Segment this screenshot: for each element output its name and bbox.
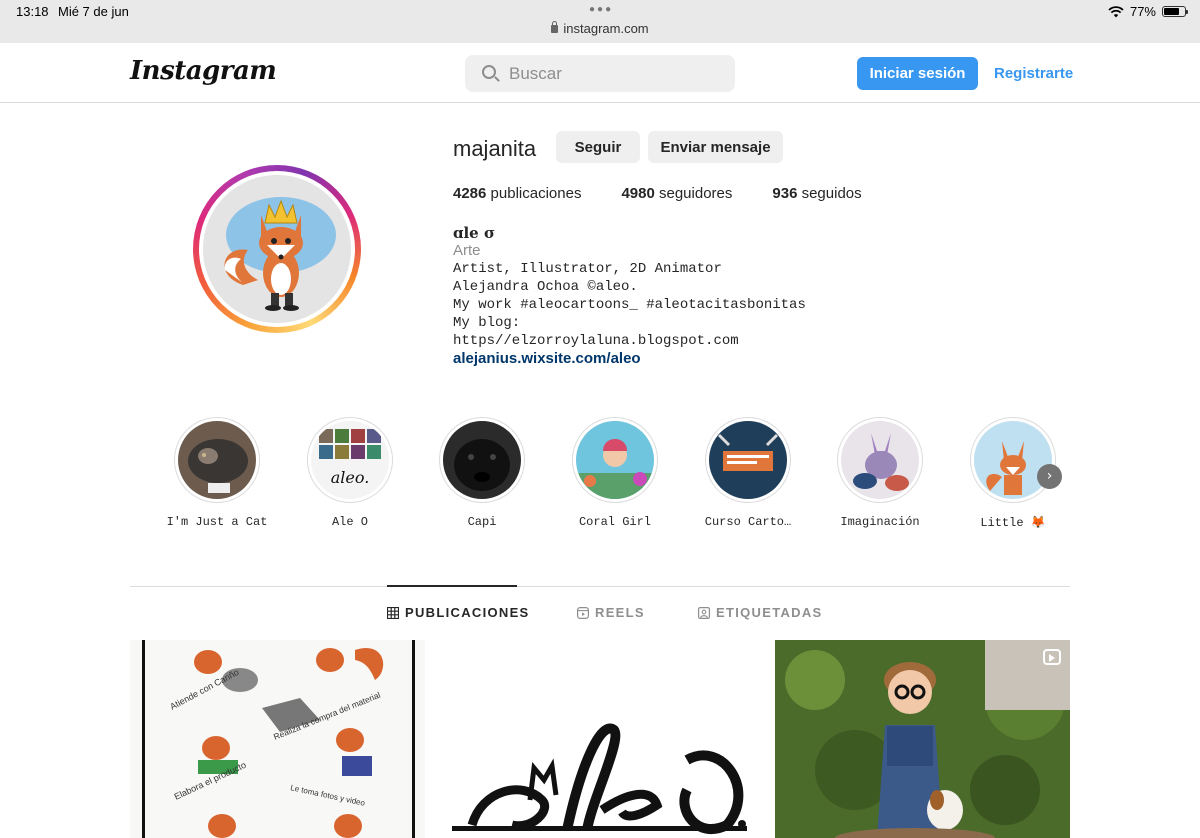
aleo-signature-logo (452, 640, 747, 838)
highlight-label: Imaginación (840, 515, 920, 529)
address-bar[interactable]: instagram.com (0, 21, 1200, 36)
post-thumbnail[interactable] (775, 640, 1070, 838)
clay-figure-photo (775, 640, 1070, 838)
bio-category: Arte (453, 242, 481, 259)
url-text: instagram.com (563, 21, 649, 36)
wifi-icon (1108, 5, 1124, 17)
posts-stat: 4286 publicaciones (453, 185, 582, 202)
highlight-item[interactable]: Imaginación (820, 417, 940, 529)
status-time: 13:18 (16, 4, 49, 19)
status-bar: 13:18 Mié 7 de jun ●●● instagram.com 77% (0, 0, 1200, 43)
highlight-item[interactable]: I'm Just a Cat (157, 417, 277, 529)
search-box[interactable] (465, 55, 735, 92)
search-icon (482, 65, 496, 79)
reel-indicator-icon (1043, 649, 1061, 665)
tabs-divider (130, 586, 1070, 587)
bio-display-name: ɑle σ (453, 224, 496, 242)
search-input[interactable] (509, 55, 729, 92)
highlight-label: Curso Carto… (704, 515, 792, 529)
coral-girl-thumbnail (576, 421, 654, 499)
highlight-item[interactable]: Capi (422, 417, 542, 529)
course-thumbnail (709, 421, 787, 499)
profile-bio: ɑle σ Arte Artist, Illustrator, 2D Anima… (453, 224, 873, 368)
bio-line: Artist, Illustrator, 2D Animator (453, 261, 722, 277)
tab-reels[interactable]: REELS (577, 605, 645, 620)
status-date: Mié 7 de jun (58, 4, 129, 19)
bio-line: My work #aleocartoons_ #aleotacitasbonit… (453, 297, 806, 313)
bio-line: My blog: (453, 315, 521, 331)
profile-stats: 4286 publicaciones 4980 seguidores 936 s… (453, 185, 902, 202)
reels-icon (577, 606, 589, 619)
highlight-label: I'm Just a Cat (166, 515, 268, 529)
followers-stat[interactable]: 4980 seguidores (621, 185, 732, 202)
imagination-thumbnail (841, 421, 919, 499)
active-tab-indicator (387, 585, 517, 587)
battery-percent: 77% (1129, 4, 1156, 19)
tab-label: REELS (595, 605, 645, 620)
profile-avatar-ring[interactable] (193, 165, 361, 333)
follow-button[interactable]: Seguir (556, 131, 640, 163)
login-button[interactable]: Iniciar sesión (857, 57, 978, 90)
highlight-label: Coral Girl (578, 515, 651, 529)
signup-link[interactable]: Registrarte (994, 65, 1073, 82)
tab-publicaciones[interactable]: PUBLICACIONES (387, 605, 530, 620)
profile-avatar (203, 175, 351, 323)
grid-icon (387, 606, 399, 619)
highlights-next-chevron-icon[interactable]: › (1037, 464, 1062, 489)
ale-o-thumbnail: aleo. (311, 421, 389, 499)
bio-website-link[interactable]: alejanius.wixsite.com/aleo (453, 350, 873, 368)
browser-menu-dots-icon[interactable]: ●●● (589, 4, 613, 15)
post-thumbnail[interactable]: Atiende con Cariño Realiza la compra del… (130, 640, 425, 838)
bio-line: https//elzorroylaluna.blogspot.com (453, 333, 739, 349)
bio-line: Alejandra Ochoa ©aleo. (453, 279, 638, 295)
svg-text:aleo.: aleo. (331, 468, 370, 487)
tab-label: PUBLICACIONES (405, 605, 530, 620)
highlight-item[interactable]: Coral Girl (555, 417, 675, 529)
highlight-item[interactable]: aleo. Ale O (290, 417, 410, 529)
instagram-logo[interactable]: Instagram (130, 56, 277, 86)
fox-avatar-illustration (203, 175, 351, 323)
profile-username: majanita (453, 136, 537, 161)
tab-etiquetadas[interactable]: ETIQUETADAS (698, 605, 823, 620)
highlight-label: Ale O (331, 515, 368, 529)
highlight-label: Little 🦊 (980, 516, 1046, 530)
send-message-button[interactable]: Enviar mensaje (648, 131, 783, 163)
top-nav: Instagram Iniciar sesión Registrarte (0, 43, 1200, 103)
cat-thumbnail (178, 421, 256, 499)
tagged-icon (698, 606, 710, 619)
post-thumbnail[interactable] (452, 640, 747, 838)
following-stat[interactable]: 936 seguidos (772, 185, 861, 202)
dog-thumbnail (443, 421, 521, 499)
tab-label: ETIQUETADAS (716, 605, 823, 620)
status-indicators: 77% (1108, 4, 1188, 19)
highlight-item[interactable]: Curso Carto… (688, 417, 808, 529)
highlight-label: Capi (467, 515, 497, 529)
battery-icon (1162, 6, 1188, 17)
fox-process-illustration: Atiende con Cariño Realiza la compra del… (130, 640, 425, 838)
little-fox-thumbnail (974, 421, 1052, 499)
lock-icon (551, 21, 559, 33)
